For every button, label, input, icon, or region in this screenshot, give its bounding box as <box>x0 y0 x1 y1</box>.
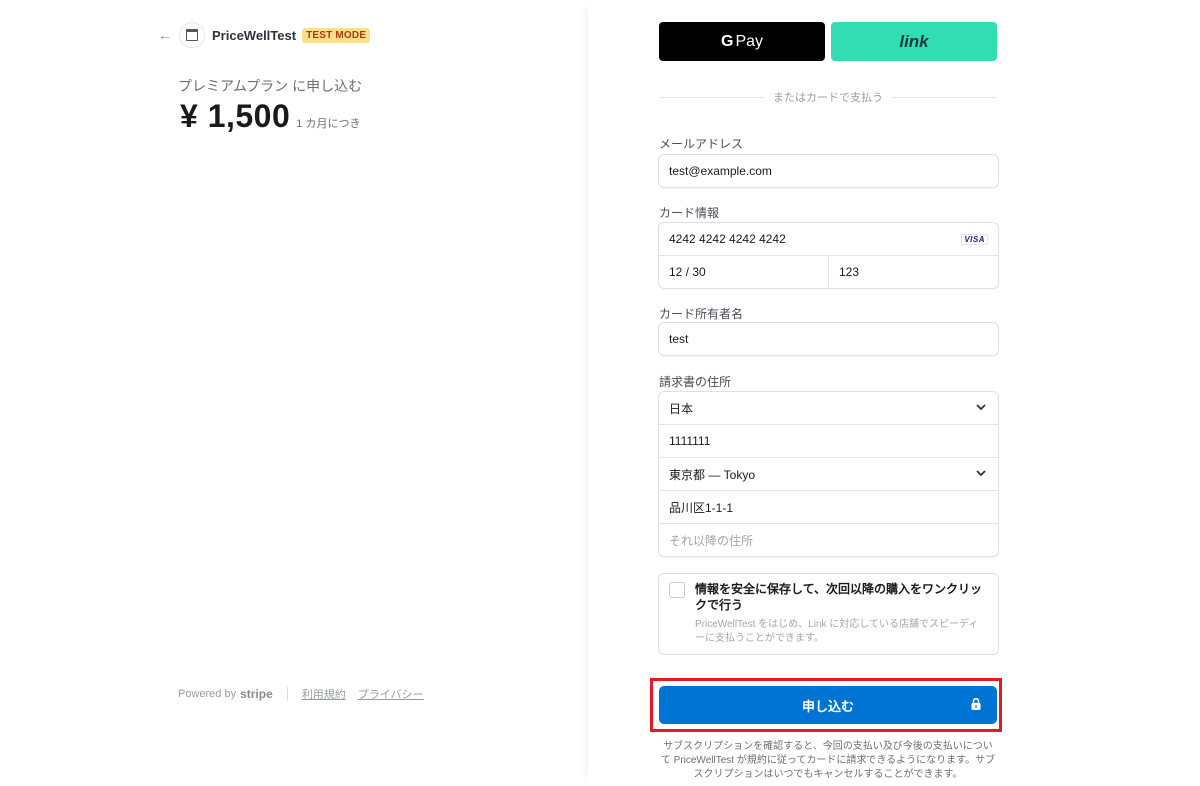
cardholder-label: カード所有者名 <box>659 307 744 321</box>
prefecture-value: 東京都 — Tokyo <box>669 467 756 482</box>
test-mode-badge: TEST MODE <box>302 27 371 43</box>
merchant-name[interactable]: PriceWellTest <box>212 28 296 43</box>
card-label: カード情報 <box>659 206 720 220</box>
address-line1-value: 品川区1-1-1 <box>669 500 734 515</box>
price-period: 1 カ月につき <box>296 118 361 130</box>
postal-code-value: 1111111 <box>669 434 711 448</box>
billing-address-label: 請求書の住所 <box>659 375 732 389</box>
save-info-description: PriceWellTest をはじめ、Link に対応している店舗でスピーディー… <box>695 619 979 644</box>
visa-icon: VISA <box>961 234 988 245</box>
privacy-link[interactable]: プライバシー <box>358 686 424 702</box>
stripe-logo[interactable]: stripe <box>240 687 273 701</box>
google-g-icon: G <box>720 32 734 50</box>
divider-line-left <box>659 96 765 98</box>
country-value: 日本 <box>669 401 694 416</box>
billing-address-group: 日本 1111111 東京都 — Tokyo 品川区1-1-1 それ以降の住所 <box>658 391 999 557</box>
checkout-footer: Powered by stripe 利用規約 プライバシー <box>178 686 436 702</box>
plan-name: プレミアムプラン に申し込む <box>178 78 363 94</box>
link-pay-button[interactable]: link <box>831 22 997 61</box>
arrow-left-icon[interactable]: ← <box>158 27 174 43</box>
google-pay-button[interactable]: G Pay <box>659 22 825 61</box>
merchant-header: ← PriceWellTest TEST MODE <box>158 22 371 48</box>
price-amount: ¥ 1,500 <box>180 98 291 134</box>
store-icon <box>180 23 204 47</box>
card-details-group: 4242 4242 4242 4242 VISA 12 / 30 123 <box>658 222 999 289</box>
subscribe-label: 申し込む <box>801 698 854 714</box>
prefecture-select[interactable]: 東京都 — Tokyo <box>659 457 998 490</box>
subscribe-button[interactable]: 申し込む <box>659 686 997 724</box>
card-expiry-value: 12 / 30 <box>669 265 706 279</box>
email-input[interactable]: test@example.com <box>659 155 998 187</box>
card-expiry-input[interactable]: 12 / 30 <box>659 256 828 288</box>
pay-with-card-divider: またはカードで支払う <box>659 89 997 105</box>
price-row: ¥ 1,500 1 カ月につき <box>180 98 360 135</box>
save-info-box: 情報を安全に保存して、次回以降の購入をワンクリックで行う PriceWellTe… <box>658 573 999 655</box>
address-line1-input[interactable]: 品川区1-1-1 <box>659 490 998 523</box>
chevron-down-icon <box>976 470 986 477</box>
subscription-legal-text: サブスクリプションを確認すると、今回の支払い及び今後の支払いについて Price… <box>660 741 996 780</box>
cardholder-value: test <box>669 332 689 346</box>
email-field[interactable]: test@example.com <box>658 154 999 188</box>
card-number-value: 4242 4242 4242 4242 <box>669 232 786 246</box>
link-pay-label: link <box>899 31 929 51</box>
google-pay-label: Pay <box>735 32 764 50</box>
footer-divider <box>286 687 288 701</box>
lock-icon <box>971 697 981 710</box>
address-line2-placeholder: それ以降の住所 <box>669 533 754 548</box>
postal-code-input[interactable]: 1111111 <box>659 424 998 457</box>
country-select[interactable]: 日本 <box>659 392 998 424</box>
divider-line-right <box>891 96 997 98</box>
cardholder-input[interactable]: test <box>659 323 998 355</box>
address-line2-input[interactable]: それ以降の住所 <box>659 523 998 556</box>
card-expiry-cvc-row: 12 / 30 123 <box>659 255 998 288</box>
email-label: メールアドレス <box>659 137 744 151</box>
terms-link[interactable]: 利用規約 <box>302 686 346 702</box>
card-cvc-value: 123 <box>839 265 860 279</box>
save-info-title[interactable]: 情報を安全に保存して、次回以降の購入をワンクリックで行う <box>695 581 985 613</box>
email-value: test@example.com <box>669 164 772 178</box>
cardholder-field[interactable]: test <box>658 322 999 356</box>
card-cvc-input[interactable]: 123 <box>828 256 998 288</box>
chevron-down-icon <box>976 404 986 411</box>
powered-by-text: Powered by <box>178 688 237 700</box>
save-info-checkbox[interactable] <box>669 582 685 598</box>
order-summary-pane: ← PriceWellTest TEST MODE プレミアムプラン に申し込む… <box>0 0 588 786</box>
card-number-input[interactable]: 4242 4242 4242 4242 VISA <box>659 223 998 255</box>
divider-text: またはカードで支払う <box>773 92 883 104</box>
